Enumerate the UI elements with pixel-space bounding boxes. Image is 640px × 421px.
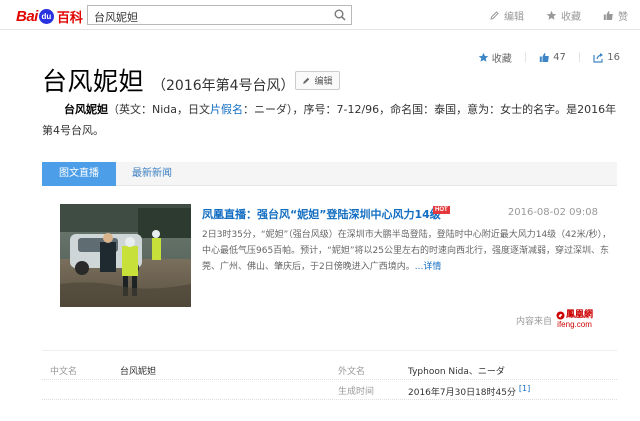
news-source: 内容来自 鳳凰網 ifeng.com [516, 311, 593, 330]
like-count: 47 [553, 52, 566, 63]
reference-link[interactable]: [1] [519, 384, 530, 393]
logo-text-bai: Bai [16, 7, 38, 25]
info-key-formation-time: 生成时间 [338, 387, 375, 397]
top-actions: 编辑 收藏 赞 [489, 8, 628, 23]
baidu-paw-icon: du [38, 8, 54, 24]
news-date: 2016-08-02 09:08 [507, 207, 598, 218]
news-headline-link[interactable]: 凤凰直播：强台风“妮妲”登陆深圳中心风力14级 [202, 206, 441, 222]
favorite-label: 收藏 [491, 54, 512, 65]
edit-entry-button[interactable]: 编辑 [295, 71, 340, 90]
info-row: 生成时间 2016年7月30日18时45分 [1] [42, 380, 617, 400]
info-value-cn-name: 台风妮妲 [120, 367, 157, 377]
entry-stats: 收藏 | 47 | 16 [478, 50, 620, 65]
top-edit-label: 编辑 [504, 12, 524, 23]
title-row: 台风妮妲 （2016年第4号台风） [42, 62, 295, 98]
top-favorite-label: 收藏 [561, 12, 581, 23]
like-button[interactable]: 47 [539, 52, 566, 63]
source-label: 内容来自 [516, 316, 553, 327]
typhoon-rescue-photo [60, 204, 191, 307]
news-tabs: 图文直播 最新新闻 [42, 162, 617, 186]
share-icon [593, 53, 604, 63]
top-bar: Bai du 百科 编辑 收藏 赞 [0, 0, 640, 30]
news-body-text: 2日3时35分，“妮妲”（强台风级）在深圳市大鹏半岛登陆，登陆时中心附近最大风力… [202, 230, 612, 272]
thumb-icon [539, 53, 549, 62]
search-box [87, 5, 352, 26]
search-input[interactable] [88, 8, 328, 26]
logo-text-baike: 百科 [56, 10, 83, 26]
share-count: 16 [607, 52, 620, 63]
ifeng-phoenix-icon [556, 311, 565, 320]
summary-text-1: （英文：Nida，日文 [108, 103, 211, 116]
info-key-cn-name: 中文名 [50, 367, 78, 377]
top-like-button[interactable]: 赞 [603, 8, 628, 23]
search-icon[interactable] [334, 9, 346, 21]
news-thumbnail[interactable] [60, 204, 191, 307]
top-favorite-button[interactable]: 收藏 [546, 8, 581, 23]
tab-latest-news[interactable]: 最新新闻 [116, 162, 188, 186]
info-value-foreign-name: Typhoon Nida、ニーダ [408, 367, 505, 377]
hot-badge: HOT [433, 206, 450, 214]
stats-divider: | [577, 52, 582, 63]
pencil-icon [490, 11, 499, 20]
summary-name: 台风妮妲 [64, 103, 108, 116]
ifeng-logo[interactable]: 鳳凰網 ifeng.com [556, 311, 593, 329]
star-icon [546, 10, 557, 20]
baidu-baike-logo[interactable]: Bai du 百科 [16, 7, 83, 26]
ifeng-en: ifeng.com [557, 320, 592, 329]
section-divider [42, 350, 617, 351]
katakana-link[interactable]: 片假名 [210, 103, 243, 116]
favorite-button[interactable]: 收藏 [478, 50, 512, 65]
stats-divider: | [523, 52, 528, 63]
news-more-link[interactable]: ...详情 [415, 262, 442, 272]
info-key-foreign-name: 外文名 [338, 367, 366, 377]
info-value-formation-time: 2016年7月30日18时45分 [1] [408, 384, 531, 398]
thumb-icon [603, 11, 613, 20]
share-button[interactable]: 16 [593, 52, 620, 63]
page-subtitle: （2016年第4号台风） [152, 78, 295, 94]
star-icon [478, 52, 489, 62]
news-body: 2日3时35分，“妮妲”（强台风级）在深圳市大鹏半岛登陆，登陆时中心附近最大风力… [202, 227, 617, 275]
basic-info-table: 中文名 台风妮妲 外文名 Typhoon Nida、ニーダ 生成时间 2016年… [42, 360, 617, 400]
tab-photo-live[interactable]: 图文直播 [42, 162, 116, 186]
info-row: 中文名 台风妮妲 外文名 Typhoon Nida、ニーダ [42, 360, 617, 380]
page-title: 台风妮妲 [42, 67, 145, 96]
entry-summary: 台风妮妲（英文：Nida，日文片假名：ニーダ），序号：7-12/96，命名国：泰… [42, 99, 617, 141]
pencil-icon [303, 77, 310, 84]
top-edit-button[interactable]: 编辑 [489, 8, 524, 23]
top-like-label: 赞 [618, 12, 628, 23]
ifeng-cn: 鳳凰網 [566, 310, 594, 320]
edit-entry-label: 编辑 [314, 77, 333, 87]
